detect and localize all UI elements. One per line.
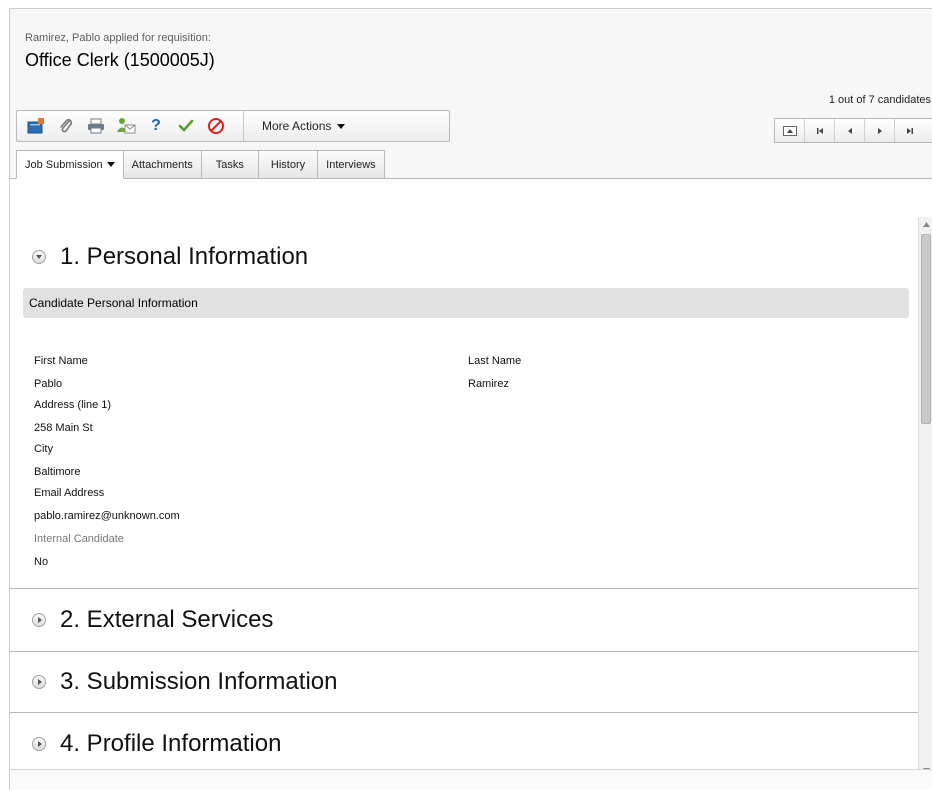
candidate-navigation xyxy=(774,118,932,143)
contact-icon xyxy=(117,118,136,134)
approve-button[interactable] xyxy=(171,113,201,139)
section-title: 4. Profile Information xyxy=(60,729,282,757)
section-title: 1. Personal Information xyxy=(60,243,309,270)
help-button[interactable]: ? xyxy=(141,113,171,139)
approve-icon xyxy=(178,119,194,132)
first-candidate-button[interactable] xyxy=(805,119,835,142)
chevron-right-icon xyxy=(37,740,42,747)
tab-tasks[interactable]: Tasks xyxy=(201,150,259,179)
new-icon xyxy=(27,118,44,134)
section-external-services: 2. External Services xyxy=(10,589,918,652)
subsection-header: Candidate Personal Information xyxy=(23,288,909,318)
page-title: Office Clerk (1500005J) xyxy=(25,50,215,70)
next-candidate-button[interactable] xyxy=(865,119,895,142)
new-button[interactable] xyxy=(21,113,51,139)
email-label: Email Address xyxy=(34,487,105,499)
chevron-right-icon xyxy=(37,617,42,623)
reject-icon xyxy=(208,118,224,134)
help-icon: ? xyxy=(151,117,161,134)
tab-label: Job Submission xyxy=(25,158,103,171)
previous-candidate-button[interactable] xyxy=(835,119,865,142)
scroll-up-button[interactable] xyxy=(919,217,932,231)
chevron-down-icon xyxy=(36,255,42,259)
page-subtitle: Ramirez, Pablo applied for requisition: xyxy=(25,32,211,44)
collapse-button[interactable] xyxy=(775,119,805,142)
reject-button[interactable] xyxy=(201,113,231,139)
tab-interviews[interactable]: Interviews xyxy=(318,150,385,179)
candidate-window: Ramirez, Pablo applied for requisition: … xyxy=(9,8,932,790)
city-value: Baltimore xyxy=(34,466,81,478)
tab-attachments[interactable]: Attachments xyxy=(123,150,202,179)
contact-button[interactable] xyxy=(111,113,141,139)
email-value: pablo.ramirez@unknown.com xyxy=(34,510,180,522)
tab-label: Attachments xyxy=(131,158,193,171)
section-submission-information: 3. Submission Information xyxy=(10,652,918,713)
print-icon xyxy=(88,118,104,134)
address-value: 258 Main St xyxy=(34,422,93,434)
chevron-down-icon xyxy=(337,123,346,129)
section-header: 1. Personal Information xyxy=(10,217,918,289)
header: Ramirez, Pablo applied for requisition: … xyxy=(10,9,932,216)
content-scrollbar[interactable] xyxy=(918,217,932,777)
submission-content: 1. Personal Information Candidate Person… xyxy=(10,217,918,769)
city-label: City xyxy=(34,443,53,455)
tab-label: Tasks xyxy=(215,158,244,171)
tab-label: Interviews xyxy=(326,158,376,171)
first-name-label: First Name xyxy=(34,355,88,367)
tab-bar: Job Submission Attachments Tasks History… xyxy=(16,150,385,179)
last-icon xyxy=(907,127,913,134)
previous-icon xyxy=(847,127,852,134)
attach-button[interactable] xyxy=(51,113,81,139)
last-candidate-button[interactable] xyxy=(895,119,925,142)
next-icon xyxy=(877,127,882,134)
last-name-value: Ramirez xyxy=(468,378,509,390)
scroll-up-icon xyxy=(922,221,930,227)
expand-toggle-button[interactable] xyxy=(32,613,46,627)
first-name-value: Pablo xyxy=(34,378,63,390)
address-label: Address (line 1) xyxy=(34,399,112,411)
section-profile-information: 4. Profile Information xyxy=(10,713,918,769)
tab-body-strip xyxy=(10,178,932,216)
expand-toggle-button[interactable] xyxy=(32,250,46,264)
expand-toggle-button[interactable] xyxy=(32,736,46,751)
last-name-label: Last Name xyxy=(468,355,522,367)
scroll-thumb[interactable] xyxy=(921,234,931,424)
internal-candidate-label: Internal Candidate xyxy=(34,533,124,545)
section-title: 2. External Services xyxy=(60,606,274,633)
tab-job-submission[interactable]: Job Submission xyxy=(16,150,124,179)
toolbar: ? More Actions xyxy=(16,110,450,142)
expand-toggle-button[interactable] xyxy=(32,675,46,689)
section-personal-information: 1. Personal Information Candidate Person… xyxy=(10,217,918,589)
section-title: 3. Submission Information xyxy=(60,668,338,695)
first-icon xyxy=(816,127,823,134)
chevron-down-icon xyxy=(106,162,115,167)
chevron-right-icon xyxy=(37,679,42,685)
more-actions-button[interactable]: More Actions xyxy=(244,111,357,141)
tab-label: History xyxy=(270,158,306,171)
collapse-icon xyxy=(782,125,797,136)
print-button[interactable] xyxy=(81,113,111,139)
internal-candidate-value: No xyxy=(34,556,49,568)
footer-bar xyxy=(10,769,932,790)
more-actions-label: More Actions xyxy=(262,119,332,133)
tab-history[interactable]: History xyxy=(258,150,319,179)
candidate-counter: 1 out of 7 candidates xyxy=(828,94,931,106)
attach-icon xyxy=(60,118,73,133)
